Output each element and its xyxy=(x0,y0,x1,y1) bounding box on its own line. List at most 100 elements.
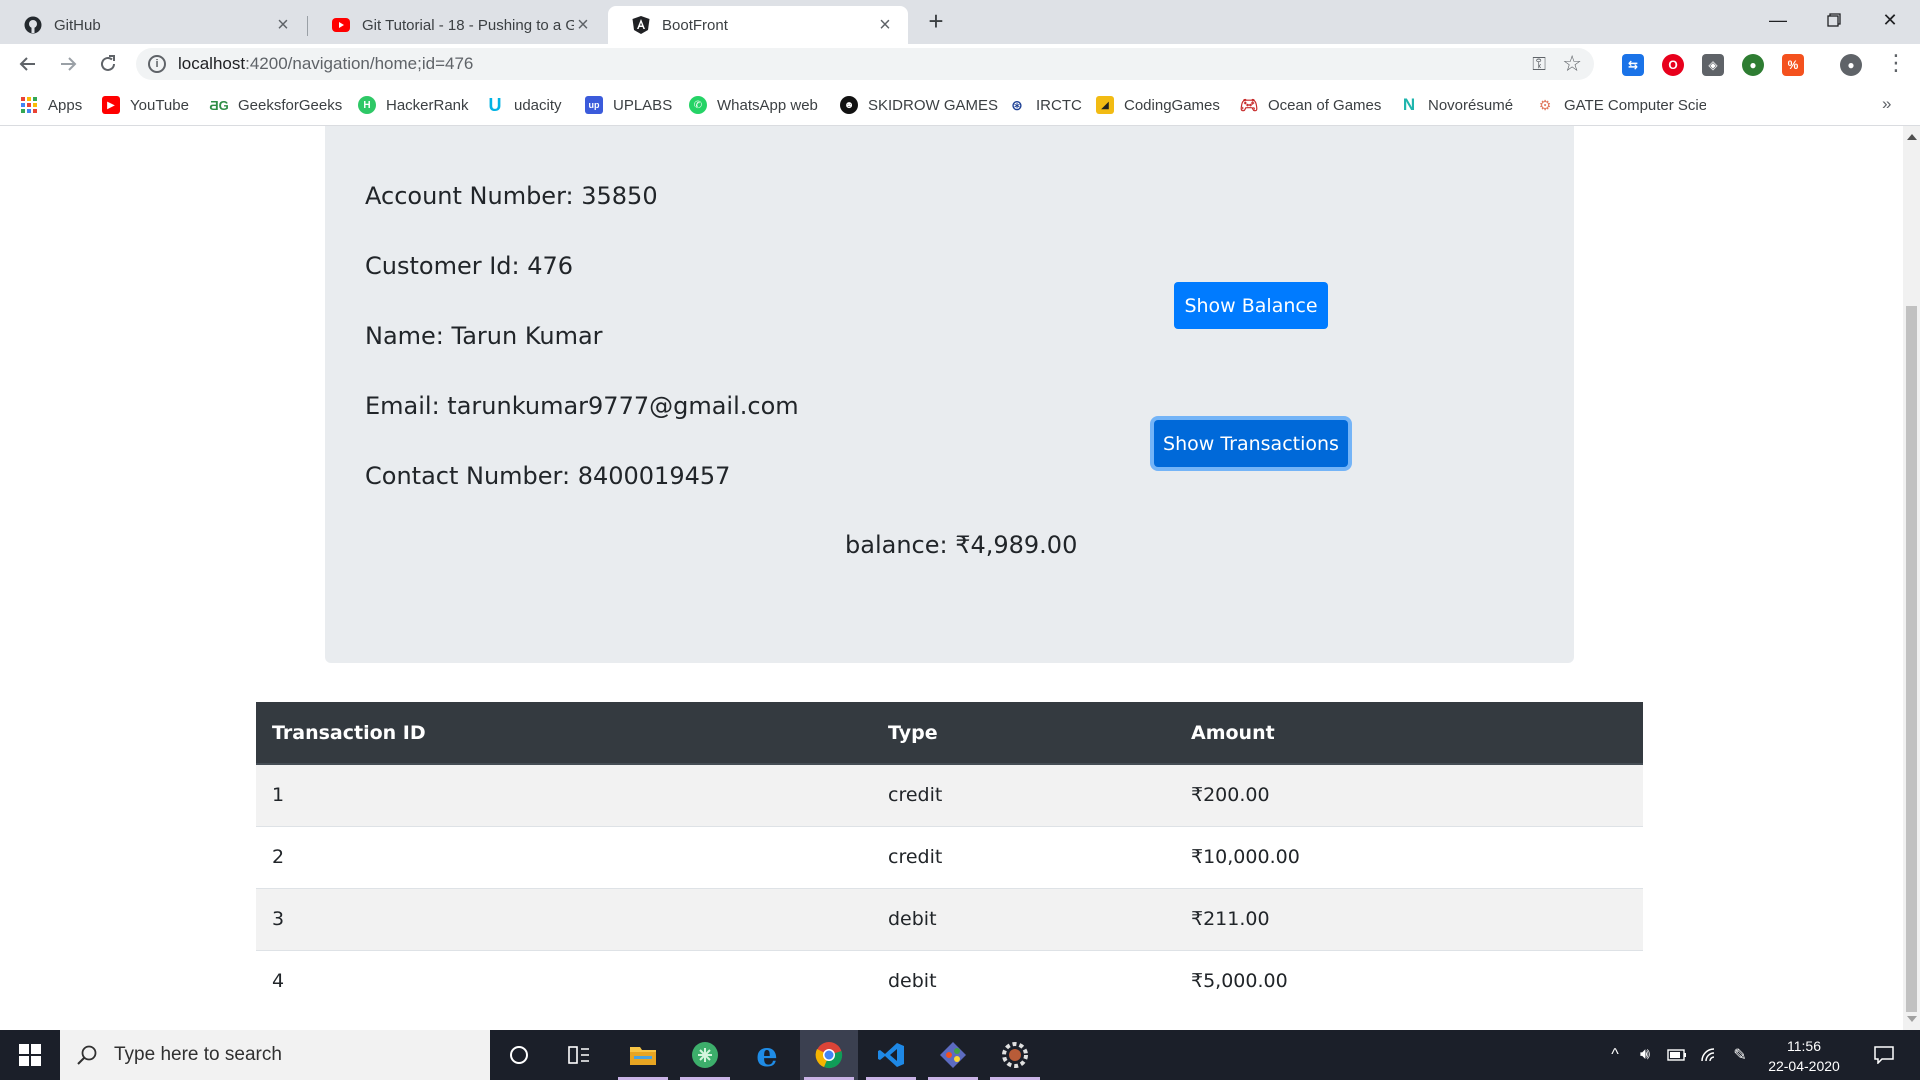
tab-title: GitHub xyxy=(54,16,101,34)
search-placeholder: Type here to search xyxy=(114,1044,282,1065)
site-info-icon[interactable]: i xyxy=(148,55,166,73)
show-hidden-icons-icon[interactable]: ^ xyxy=(1602,1030,1628,1080)
customer-id: Customer Id: 476 xyxy=(365,252,574,280)
green-app-icon[interactable] xyxy=(676,1030,734,1080)
transaction-type-cell: credit xyxy=(872,763,1175,826)
tab-git-tutorial[interactable]: Git Tutorial - 18 - Pushing to a GitHub … xyxy=(308,6,606,44)
shield-extension-icon[interactable]: ◈ xyxy=(1702,54,1724,76)
whatsapp-icon: ✆ xyxy=(689,96,707,114)
browser-menu-icon[interactable]: ⋮ xyxy=(1884,52,1908,76)
windows-taskbar: Type here to search e ^ 🔊︎ ✎ 11:56 22-04… xyxy=(0,1030,1920,1080)
cortana-icon[interactable] xyxy=(490,1030,548,1080)
page-scrollbar[interactable] xyxy=(1903,126,1920,1030)
clock-time: 11:56 xyxy=(1787,1038,1821,1054)
column-header-type: Type xyxy=(872,702,1175,765)
wifi-icon[interactable] xyxy=(1694,1030,1724,1080)
restore-icon[interactable] xyxy=(1806,0,1862,40)
back-icon[interactable] xyxy=(14,50,42,78)
bookmark-novoresume[interactable]: N Novorésumé xyxy=(1400,94,1513,116)
tab-github[interactable]: GitHub × xyxy=(0,6,306,44)
opera-extension-icon[interactable]: O xyxy=(1662,54,1684,76)
chrome-browser-icon[interactable] xyxy=(800,1030,858,1080)
bookmark-label: WhatsApp web xyxy=(717,96,818,114)
edge-browser-icon[interactable]: e xyxy=(738,1030,796,1080)
battery-icon[interactable] xyxy=(1662,1030,1692,1080)
percent-extension-icon[interactable]: % xyxy=(1782,54,1804,76)
page-viewport: Account Number: 35850 Customer Id: 476 N… xyxy=(0,126,1903,1030)
more-bookmarks-icon[interactable]: » xyxy=(1882,94,1891,114)
settings-gear-app-icon[interactable] xyxy=(986,1030,1044,1080)
column-header-amount: Amount xyxy=(1175,702,1643,765)
skidrow-icon: ☻ xyxy=(840,96,858,114)
file-explorer-icon[interactable] xyxy=(614,1030,672,1080)
new-tab-button[interactable]: + xyxy=(922,8,950,36)
profile-avatar-icon[interactable]: ● xyxy=(1840,54,1862,76)
bookmark-codinggames[interactable]: ◢ CodingGames xyxy=(1096,94,1220,116)
table-row: 4 debit ₹5,000.00 xyxy=(256,949,1643,1012)
close-tab-icon[interactable]: × xyxy=(274,15,292,35)
search-icon xyxy=(77,1045,97,1065)
close-window-icon[interactable]: ✕ xyxy=(1862,0,1918,40)
vscode-icon[interactable] xyxy=(862,1030,920,1080)
system-clock[interactable]: 11:56 22-04-2020 xyxy=(1754,1036,1854,1076)
bookmark-label: IRCTC xyxy=(1036,96,1082,114)
bookmark-label: Ocean of Games xyxy=(1268,96,1382,114)
github-icon xyxy=(24,16,42,34)
bookmark-label: UPLABS xyxy=(613,96,673,114)
forward-icon[interactable] xyxy=(54,50,82,78)
minimize-icon[interactable]: — xyxy=(1750,0,1806,40)
bookmark-label: Novorésumé xyxy=(1428,96,1514,114)
bookmark-whatsapp[interactable]: ✆ WhatsApp web xyxy=(689,94,818,116)
globe-extension-icon[interactable]: ● xyxy=(1742,54,1764,76)
volume-icon[interactable]: 🔊︎ xyxy=(1630,1030,1660,1080)
close-tab-icon[interactable]: × xyxy=(574,15,592,35)
customer-name: Name: Tarun Kumar xyxy=(365,322,603,350)
reload-icon[interactable] xyxy=(94,50,122,78)
codinggame-icon: ◢ xyxy=(1096,96,1114,114)
tab-title: BootFront xyxy=(662,16,728,34)
browser-toolbar: i localhost:4200/navigation/home;id=476 … xyxy=(0,44,1920,84)
action-center-icon[interactable] xyxy=(1864,1030,1904,1080)
scroll-up-arrow-icon[interactable] xyxy=(1907,134,1917,140)
transaction-type-cell: credit xyxy=(872,825,1175,888)
bookmark-label: CodingGames xyxy=(1124,96,1220,114)
url-text[interactable]: localhost:4200/navigation/home;id=476 xyxy=(178,54,473,74)
pen-workspace-icon[interactable]: ✎ xyxy=(1726,1030,1754,1080)
bookmark-gate[interactable]: ⚙ GATE Computer Scien xyxy=(1536,94,1706,116)
novoresume-icon: N xyxy=(1402,95,1416,114)
bookmark-ocean-of-games[interactable]: 🎮︎ Ocean of Games xyxy=(1239,94,1382,116)
close-tab-icon[interactable]: × xyxy=(876,15,894,35)
transaction-id-cell: 2 xyxy=(256,825,872,888)
gitkraken-icon[interactable] xyxy=(924,1030,982,1080)
task-view-icon[interactable] xyxy=(550,1030,608,1080)
tab-bootfront[interactable]: BootFront × xyxy=(608,6,908,44)
table-row: 3 debit ₹211.00 xyxy=(256,887,1643,950)
translate-extension-icon[interactable]: ⇆ xyxy=(1622,54,1644,76)
customer-email: Email: tarunkumar9777@gmail.com xyxy=(365,392,799,420)
bookmark-udacity[interactable]: U udacity xyxy=(486,94,562,116)
address-bar[interactable]: i localhost:4200/navigation/home;id=476 … xyxy=(136,48,1594,80)
account-balance: balance: ₹4,989.00 xyxy=(845,531,1078,559)
show-transactions-button[interactable]: Show Transactions xyxy=(1154,420,1348,467)
bookmark-hackerrank[interactable]: H HackerRank xyxy=(358,94,469,116)
password-key-icon[interactable]: ⚿ xyxy=(1532,54,1546,75)
taskbar-search-box[interactable]: Type here to search xyxy=(60,1030,490,1080)
bookmark-star-icon[interactable]: ☆ xyxy=(1562,51,1582,77)
bookmark-uplabs[interactable]: up UPLABS xyxy=(585,94,672,116)
bookmark-irctc[interactable]: ⊛ IRCTC xyxy=(1008,94,1082,116)
bookmarks-bar: Apps ▶ YouTube ƋG GeeksforGeeks H Hacker… xyxy=(0,84,1920,126)
bookmark-label: GeeksforGeeks xyxy=(238,96,343,114)
bookmark-skidrow[interactable]: ☻ SKIDROW GAMES xyxy=(840,94,998,116)
show-balance-button[interactable]: Show Balance xyxy=(1174,282,1328,329)
windows-logo-icon xyxy=(19,1044,41,1066)
scrollbar-thumb[interactable] xyxy=(1906,306,1917,1012)
start-button[interactable] xyxy=(0,1030,60,1080)
transaction-type-cell: debit xyxy=(872,887,1175,950)
bookmark-apps[interactable]: Apps xyxy=(20,94,82,116)
bookmark-geeksforgeeks[interactable]: ƋG GeeksforGeeks xyxy=(209,94,343,116)
bookmark-youtube[interactable]: ▶ YouTube xyxy=(102,94,189,116)
youtube-icon xyxy=(332,16,350,34)
angular-icon xyxy=(632,16,650,34)
bookmark-label: HackerRank xyxy=(386,96,469,114)
scroll-down-arrow-icon[interactable] xyxy=(1907,1016,1917,1022)
